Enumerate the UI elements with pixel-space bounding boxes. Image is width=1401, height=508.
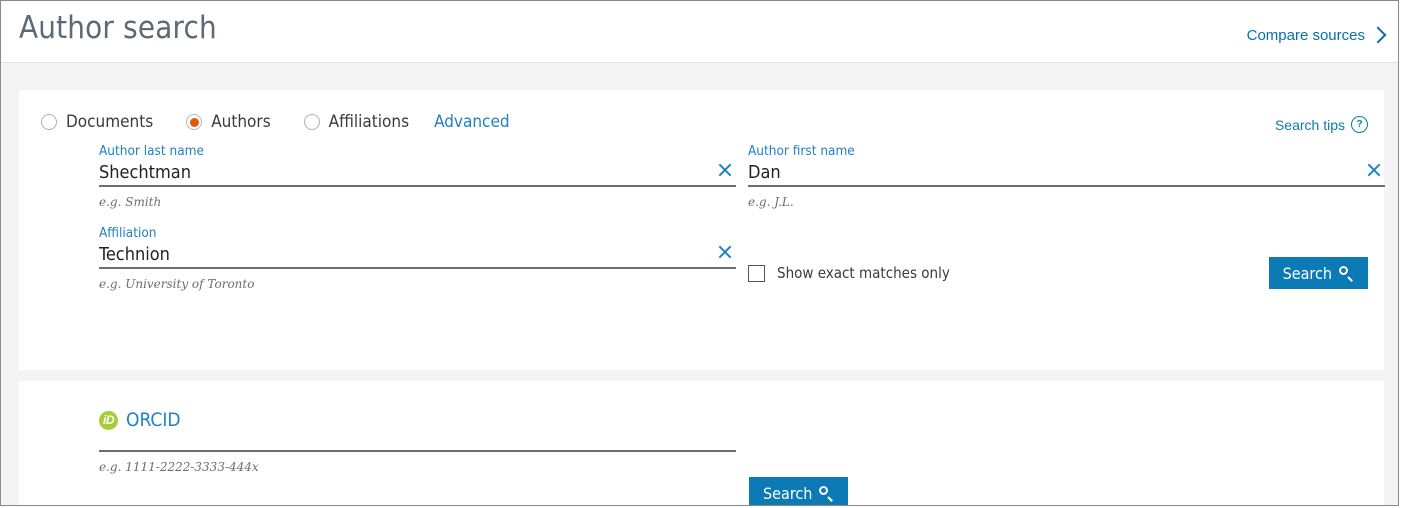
author-last-name-input[interactable] <box>99 160 696 184</box>
field-author-last-name: Author last name e.g. Smith <box>99 143 736 209</box>
radio-authors-icon[interactable] <box>186 114 203 130</box>
affiliation-input[interactable] <box>99 242 696 266</box>
field-author-first-name-hint: e.g. J.L. <box>748 195 794 209</box>
radio-affiliations-label: Affiliations <box>328 112 410 132</box>
search-panel: Documents Authors Affiliations Advanced … <box>19 90 1385 370</box>
field-affiliation-hint: e.g. University of Toronto <box>99 277 255 291</box>
field-affiliation: Affiliation e.g. University of Toronto <box>99 225 736 291</box>
exact-matches-checkbox[interactable] <box>748 264 765 282</box>
exact-matches-checkbox-row[interactable]: Show exact matches only <box>748 264 950 282</box>
chevron-right-icon <box>1369 26 1387 43</box>
radio-option-authors[interactable]: Authors <box>186 112 271 132</box>
magnifier-icon <box>819 485 834 501</box>
orcid-id-icon: iD <box>99 410 118 430</box>
search-tips-link[interactable]: Search tips ? <box>1275 116 1368 133</box>
field-affiliation-inputline <box>99 242 736 269</box>
radio-option-documents[interactable]: Documents <box>41 112 153 132</box>
clear-affiliation-icon[interactable] <box>714 241 736 263</box>
field-author-first-name-inputline <box>748 160 1385 187</box>
field-author-first-name-label: Author first name <box>748 143 855 159</box>
radio-authors-label: Authors <box>211 112 271 132</box>
field-author-first-name: Author first name e.g. J.L. <box>748 143 1385 209</box>
search-tips-label: Search tips <box>1274 116 1345 133</box>
field-orcid-hint: e.g. 1111-2222-3333-444x <box>99 460 259 474</box>
author-first-name-input[interactable] <box>748 160 1345 184</box>
clear-author-first-name-icon[interactable] <box>1363 159 1385 181</box>
orcid-input[interactable] <box>99 433 736 449</box>
question-circle-icon: ? <box>1351 116 1368 133</box>
orcid-panel: iD ORCID e.g. 1111-2222-3333-444x Search <box>19 381 1384 505</box>
magnifier-icon <box>1339 265 1354 281</box>
orcid-search-button[interactable]: Search <box>749 477 849 505</box>
author-search-page: Author search Compare sources Documents … <box>0 0 1399 506</box>
field-affiliation-label: Affiliation <box>99 225 157 241</box>
radio-documents-icon[interactable] <box>41 114 57 130</box>
advanced-search-link[interactable]: Advanced <box>434 112 510 132</box>
search-button-label: Search <box>1282 263 1332 283</box>
clear-author-last-name-icon[interactable] <box>714 159 736 181</box>
compare-sources-link[interactable]: Compare sources <box>1246 26 1387 44</box>
field-author-last-name-hint: e.g. Smith <box>99 195 162 209</box>
field-author-last-name-inputline <box>99 160 736 187</box>
search-type-group: Documents Authors Affiliations Advanced <box>41 112 510 132</box>
radio-documents-label: Documents <box>66 112 154 132</box>
page-body: Documents Authors Affiliations Advanced … <box>1 63 1398 505</box>
compare-sources-label: Compare sources <box>1246 27 1365 44</box>
orcid-search-button-label: Search <box>763 483 813 503</box>
page-header: Author search Compare sources <box>1 1 1398 63</box>
field-orcid: iD ORCID e.g. 1111-2222-3333-444x <box>99 409 736 474</box>
radio-affiliations-icon[interactable] <box>303 114 320 130</box>
exact-matches-label: Show exact matches only <box>777 264 950 282</box>
field-orcid-inputline <box>99 433 736 452</box>
search-button[interactable]: Search <box>1268 257 1368 289</box>
field-orcid-label: ORCID <box>126 409 181 431</box>
field-author-last-name-label: Author last name <box>99 143 204 159</box>
radio-option-affiliations[interactable]: Affiliations <box>303 112 410 132</box>
orcid-label-row: iD ORCID <box>99 409 736 431</box>
page-title: Author search <box>19 10 217 46</box>
